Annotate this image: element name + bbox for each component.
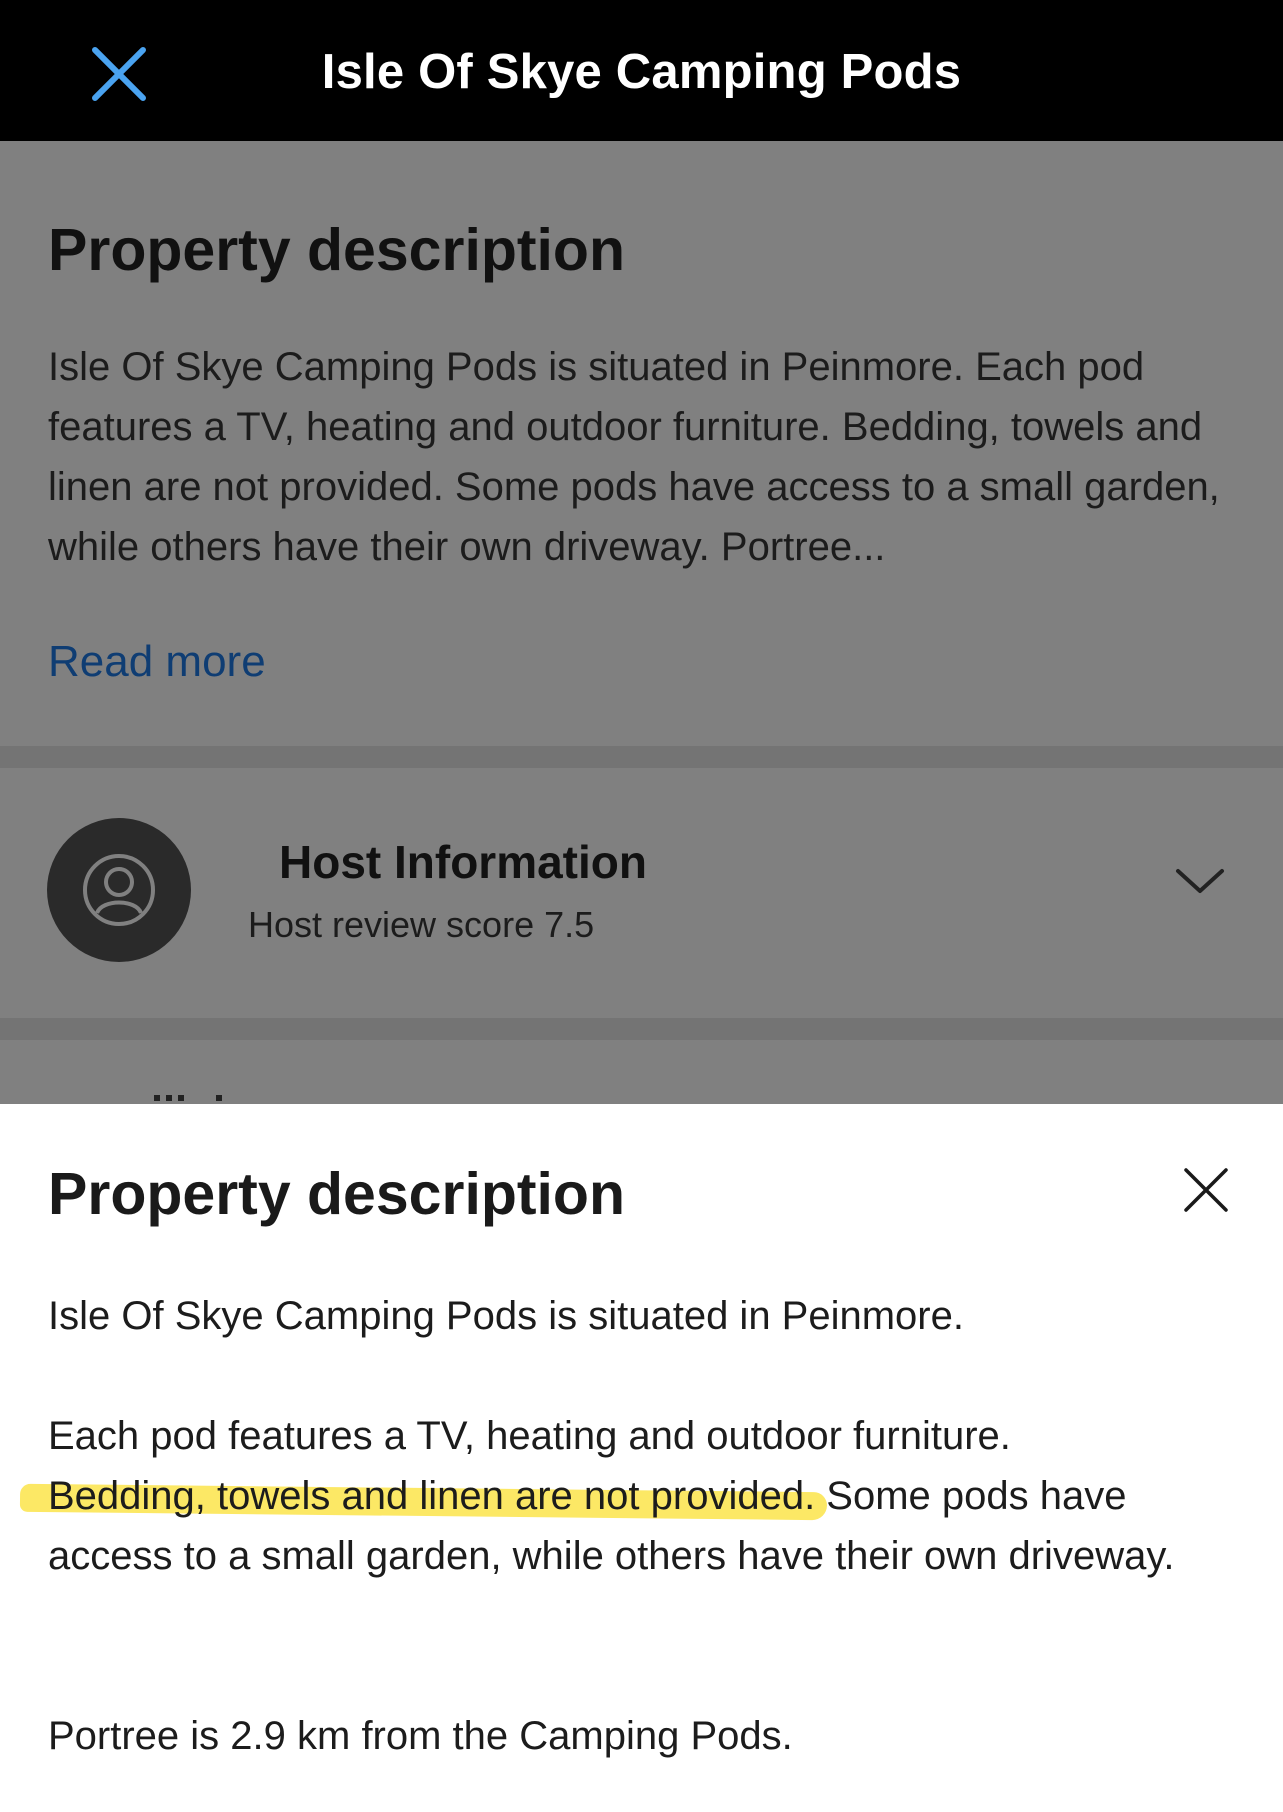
host-information-row[interactable]: Host Information Host review score 7.5 (0, 768, 1283, 1018)
screen: Isle Of Skye Camping Pods Property descr… (0, 0, 1283, 1812)
description-heading: Property description (48, 217, 626, 283)
top-bar: Isle Of Skye Camping Pods (0, 0, 1283, 141)
partially-hidden-heading (154, 1095, 222, 1101)
highlighted-text: Bedding, towels and linen are not provid… (48, 1474, 816, 1518)
avatar (47, 818, 191, 962)
user-icon (83, 854, 155, 926)
description-section: Property description Isle Of Skye Campin… (0, 141, 1283, 746)
description-sheet: Property description Isle Of Skye Campin… (0, 1104, 1283, 1812)
close-icon[interactable] (1180, 1164, 1232, 1216)
section-divider (0, 746, 1283, 768)
paragraph-text: Each pod features a TV, heating and outd… (48, 1414, 1011, 1458)
chevron-down-icon[interactable] (1172, 861, 1228, 901)
host-review-score: Host review score 7.5 (248, 904, 595, 945)
sheet-title: Property description (48, 1161, 626, 1227)
description-paragraph: Portree is 2.9 km from the Camping Pods. (48, 1714, 793, 1758)
dimmed-background[interactable]: Property description Isle Of Skye Campin… (0, 141, 1283, 1104)
description-paragraph: Each pod features a TV, heating and outd… (48, 1406, 1248, 1586)
read-more-link[interactable]: Read more (48, 637, 266, 687)
host-title: Host Information (279, 836, 647, 888)
section-divider (0, 1018, 1283, 1040)
description-preview: Isle Of Skye Camping Pods is situated in… (48, 345, 1220, 569)
description-paragraph: Isle Of Skye Camping Pods is situated in… (48, 1294, 964, 1338)
page-title: Isle Of Skye Camping Pods (321, 45, 962, 99)
